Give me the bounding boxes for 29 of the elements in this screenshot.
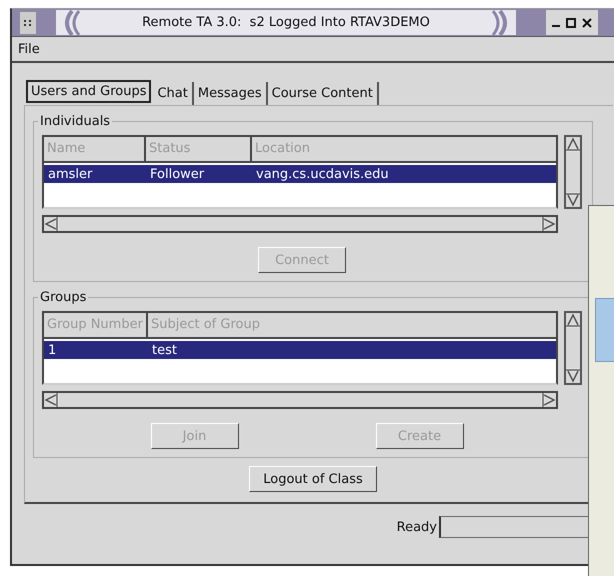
table-row[interactable]: amsler Follower vang.cs.ucdavis.edu <box>44 165 556 183</box>
status-text: Ready <box>396 520 437 534</box>
table-cell-text: 1 <box>47 342 58 358</box>
scroll-left-icon[interactable] <box>44 393 58 407</box>
group-title: Individuals <box>39 114 112 129</box>
maximize-icon[interactable] <box>566 18 576 28</box>
scroll-right-icon[interactable] <box>542 393 556 407</box>
scroll-left-icon[interactable] <box>44 217 58 231</box>
group-title: Groups <box>39 290 88 305</box>
table-cell-text: test <box>151 342 178 358</box>
vertical-scrollbar[interactable] <box>564 135 582 209</box>
window-title: Remote TA 3.0: s2 Logged Into RTAV3DEMO <box>141 15 431 30</box>
scroll-up-icon[interactable] <box>566 137 580 151</box>
table-row[interactable]: 1 test <box>44 341 556 359</box>
table-cell-text: Follower <box>149 166 206 182</box>
horizontal-scrollbar[interactable] <box>42 391 558 409</box>
tab[interactable]: Users and Groups <box>26 80 152 103</box>
horizontal-scrollbar[interactable] <box>42 215 558 233</box>
scroll-up-icon[interactable] <box>566 313 580 327</box>
menu-item[interactable]: File <box>18 42 40 56</box>
grip-icon <box>20 12 36 34</box>
scroll-down-icon[interactable] <box>566 369 580 383</box>
close-icon[interactable] <box>582 18 592 28</box>
scroll-down-icon[interactable] <box>566 193 580 207</box>
logout-button[interactable]: Logout of Class <box>249 466 377 492</box>
vertical-scrollbar[interactable] <box>564 311 582 385</box>
table-cell-text: vang.cs.ucdavis.edu <box>255 166 390 182</box>
table-cell-text: amsler <box>47 166 94 182</box>
scroll-right-icon[interactable] <box>542 217 556 231</box>
